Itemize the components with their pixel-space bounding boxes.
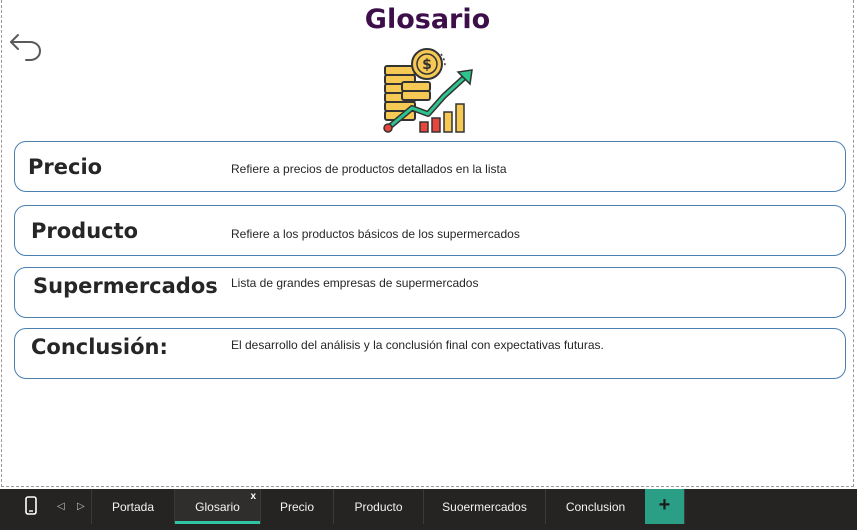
mobile-layout-icon[interactable] <box>20 495 42 517</box>
money-growth-chart-icon: $ <box>383 48 473 133</box>
svg-text:$: $ <box>422 57 432 73</box>
tab-label: Portada <box>111 500 155 514</box>
glossary-description: Lista de grandes empresas de supermercad… <box>231 276 479 290</box>
glossary-card-producto: Producto Refiere a los productos básicos… <box>14 205 846 256</box>
tab-conclusion[interactable]: Conclusion <box>545 489 645 524</box>
glossary-card-supermercados: Supermercados Lista de grandes empresas … <box>14 267 846 318</box>
glossary-description: El desarrollo del análisis y la conclusi… <box>231 338 604 352</box>
add-page-button[interactable]: + <box>645 489 684 524</box>
tab-precio[interactable]: Precio <box>260 489 333 524</box>
tab-supermercados[interactable]: Suoermercados <box>423 489 545 524</box>
glossary-card-conclusion: Conclusión: El desarrollo del análisis y… <box>14 328 846 379</box>
tab-producto[interactable]: Producto <box>333 489 423 524</box>
chevron-left-icon[interactable]: ◁ <box>57 501 65 512</box>
tab-label: Glosario <box>195 500 240 514</box>
tab-label: Suoermercados <box>442 500 527 514</box>
glossary-term: Supermercados <box>33 274 218 298</box>
page-tab-bar: ◁ ▷ Portada Glosario x Precio Producto S… <box>0 489 857 530</box>
glossary-term: Conclusión: <box>31 335 168 359</box>
chevron-right-icon[interactable]: ▷ <box>77 501 85 512</box>
glossary-description: Refiere a precios de productos detallado… <box>231 162 507 176</box>
glossary-term: Precio <box>28 155 103 179</box>
tab-label: Producto <box>354 500 403 514</box>
page-title: Glosario <box>364 4 491 35</box>
tab-label: Precio <box>279 500 314 514</box>
glossary-card-precio: Precio Refiere a precios de productos de… <box>14 141 846 192</box>
close-icon[interactable]: x <box>250 478 256 515</box>
tab-divider <box>684 489 685 524</box>
tab-label: Conclusion <box>565 500 626 514</box>
tab-glosario[interactable]: Glosario x <box>174 489 260 524</box>
report-canvas: Glosario $ Precio Refiere a precios de p… <box>1 0 854 487</box>
tab-portada[interactable]: Portada <box>91 489 174 524</box>
glossary-description: Refiere a los productos básicos de los s… <box>231 227 520 241</box>
glossary-term: Producto <box>31 219 139 243</box>
